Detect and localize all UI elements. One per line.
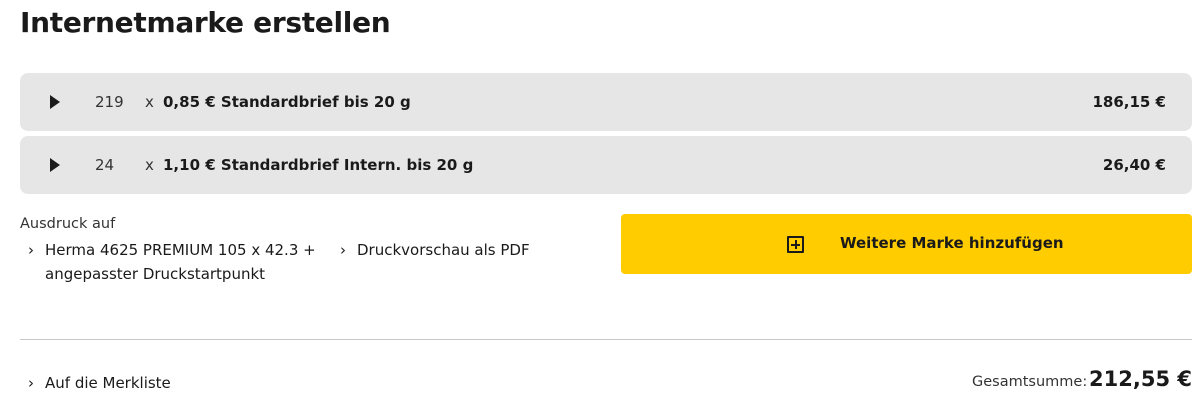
add-stamp-button[interactable]: Weitere Marke hinzufügen bbox=[621, 214, 1192, 274]
item-price: 186,15 € bbox=[1092, 93, 1166, 111]
item-description: 0,85 € Standardbrief bis 20 g bbox=[163, 93, 411, 111]
item-description: 1,10 € Standardbrief Intern. bis 20 g bbox=[163, 156, 474, 174]
chevron-right-icon: › bbox=[28, 241, 34, 259]
item-times-sign: x bbox=[145, 156, 154, 174]
page-title: Internetmarke erstellen bbox=[20, 6, 391, 39]
item-quantity: 24 bbox=[95, 156, 115, 174]
watchlist-label: Auf die Merkliste bbox=[45, 374, 171, 392]
item-row-standardbrief[interactable]: 219 x 0,85 € Standardbrief bis 20 g 186,… bbox=[20, 73, 1192, 131]
expand-triangle-icon[interactable] bbox=[50, 158, 60, 172]
plus-square-icon bbox=[787, 236, 804, 253]
pdf-preview-link[interactable]: › Druckvorschau als PDF bbox=[340, 238, 530, 262]
watchlist-link[interactable]: › Auf die Merkliste bbox=[28, 371, 171, 395]
print-format-line1: Herma 4625 PREMIUM 105 x 42.3 + bbox=[45, 241, 316, 259]
expand-triangle-icon[interactable] bbox=[50, 95, 60, 109]
print-format-label: Ausdruck auf bbox=[20, 216, 116, 232]
print-format-link[interactable]: › Herma 4625 PREMIUM 105 x 42.3 + angepa… bbox=[28, 238, 316, 286]
add-stamp-label: Weitere Marke hinzufügen bbox=[840, 234, 1064, 252]
total-value: 212,55 € bbox=[1089, 367, 1192, 391]
item-quantity: 219 bbox=[95, 93, 124, 111]
item-row-standardbrief-intern[interactable]: 24 x 1,10 € Standardbrief Intern. bis 20… bbox=[20, 136, 1192, 194]
pdf-preview-label: Druckvorschau als PDF bbox=[357, 241, 530, 259]
item-times-sign: x bbox=[145, 93, 154, 111]
chevron-right-icon: › bbox=[28, 374, 34, 392]
divider bbox=[20, 339, 1192, 340]
total-label: Gesamtsumme: bbox=[972, 374, 1088, 390]
item-price: 26,40 € bbox=[1102, 156, 1166, 174]
chevron-right-icon: › bbox=[340, 241, 346, 259]
print-format-line2: angepasster Druckstartpunkt bbox=[45, 265, 266, 283]
